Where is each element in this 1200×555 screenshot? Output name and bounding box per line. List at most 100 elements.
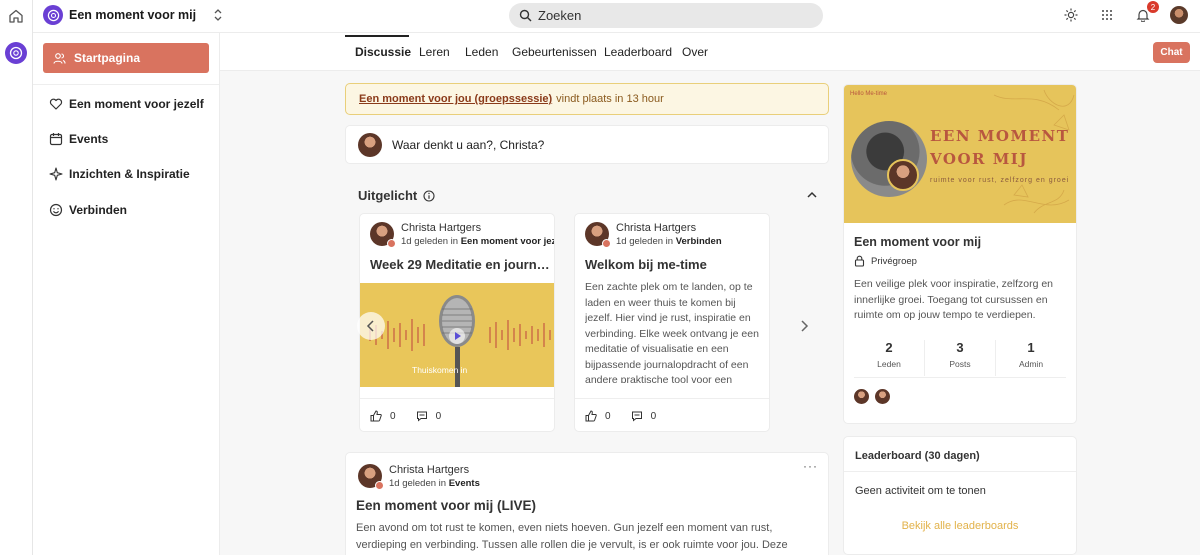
search-input[interactable] — [538, 8, 798, 23]
tab-leren[interactable]: Leren — [419, 45, 450, 59]
group-cover-image: Hello Me-time EEN MOMENT VOOR MIJ ruimte… — [844, 85, 1076, 223]
sidebar-item-events[interactable]: Events — [49, 132, 108, 146]
sidebar: Startpagina Een moment voor jezelf Event… — [33, 33, 220, 555]
leaderboard-title: Leaderboard (30 dagen) — [855, 450, 980, 462]
featured-heading: Uitgelicht — [358, 188, 435, 203]
stat-label: Admin — [1018, 359, 1044, 369]
group-stats: 2 Leden 3 Posts 1 Admin — [854, 340, 1066, 376]
space-link[interactable]: Events — [449, 478, 480, 489]
stat-value: 2 — [885, 340, 893, 355]
sidebar-item-startpagina[interactable]: Startpagina — [43, 43, 209, 73]
tab-leden[interactable]: Leden — [465, 45, 498, 59]
users-icon — [53, 52, 66, 64]
tab-gebeurtenissen[interactable]: Gebeurtenissen — [512, 45, 597, 59]
cover-photo — [851, 121, 927, 197]
featured-card[interactable]: Christa Hartgers 1d geleden in Een momen… — [359, 213, 555, 432]
stat-label: Leden — [877, 359, 901, 369]
stat-admins[interactable]: 1 Admin — [996, 340, 1066, 376]
chevron-up-icon[interactable] — [806, 190, 818, 200]
info-icon[interactable] — [423, 189, 435, 202]
composer-prompt: Waar denkt u aan?, Christa? — [392, 137, 545, 152]
avatar — [585, 222, 611, 248]
group-name: Een moment voor mij — [69, 8, 197, 22]
featured-card[interactable]: Christa Hartgers 1d geleden in Verbinden… — [574, 213, 770, 432]
stat-posts[interactable]: 3 Posts — [925, 340, 996, 376]
comment-count: 0 — [650, 410, 657, 422]
space-link[interactable]: Een moment voor jezelf — [461, 236, 554, 247]
privacy-text: Privégroep — [871, 255, 917, 267]
search-bar[interactable] — [509, 3, 823, 28]
avatar[interactable] — [875, 389, 890, 404]
card-thumbnail[interactable]: Thuiskomen in — [360, 283, 554, 387]
author-name[interactable]: Christa Hartgers — [389, 464, 480, 476]
chat-button[interactable]: Chat — [1153, 42, 1190, 63]
group-info-card: Hello Me-time EEN MOMENT VOOR MIJ ruimte… — [843, 84, 1077, 424]
tab-bar: Discussie Leren Leden Gebeurtenissen Lea… — [220, 33, 1200, 71]
group-title: Een moment voor mij — [854, 235, 982, 249]
cover-brand-logo: Hello Me-time — [850, 91, 888, 97]
cover-heading: EEN MOMENT VOOR MIJ — [930, 125, 1069, 171]
user-avatar[interactable] — [1170, 6, 1188, 24]
card-title[interactable]: Welkom bij me-time — [585, 257, 765, 272]
author-name[interactable]: Christa Hartgers — [401, 222, 554, 234]
post-title[interactable]: Een moment voor mij (LIVE) — [356, 498, 536, 513]
carousel-next-button[interactable] — [792, 314, 816, 338]
tab-over[interactable]: Over — [682, 45, 708, 59]
thumbs-up-icon — [585, 410, 597, 422]
comment-button[interactable]: 0 — [416, 410, 441, 422]
cover-heading-line: EEN MOMENT — [930, 127, 1070, 145]
group-description: Een veilige plek voor inspiratie, zelfzo… — [854, 278, 1054, 321]
avatar[interactable] — [854, 389, 869, 404]
chevron-left-icon — [366, 320, 374, 332]
carousel-prev-button[interactable] — [357, 312, 385, 340]
notifications-bell-icon[interactable]: 2 — [1134, 1, 1159, 24]
card-excerpt: Een zachte plek om te landen, op te lade… — [585, 281, 759, 383]
like-count: 0 — [605, 410, 611, 422]
privacy-label: Privégroep — [854, 255, 917, 267]
group-logo-icon — [43, 5, 63, 25]
apps-grid-icon[interactable] — [1098, 6, 1116, 24]
event-link[interactable]: Een moment voor jou (groepssessie) — [359, 93, 552, 105]
leaderboard-empty-text: Geen activiteit om te tonen — [855, 485, 986, 497]
space-link[interactable]: Verbinden — [676, 236, 722, 247]
group-switcher[interactable]: Een moment voor mij — [43, 5, 224, 25]
theme-toggle-icon[interactable] — [1062, 6, 1080, 24]
divider — [33, 84, 219, 85]
home-icon[interactable] — [8, 8, 24, 24]
card-title[interactable]: Week 29 Meditatie en journal... — [370, 257, 550, 272]
like-button[interactable]: 0 — [370, 410, 396, 422]
post-excerpt: Een avond om tot rust te komen, even nie… — [356, 522, 788, 551]
stat-value: 3 — [956, 340, 964, 355]
post-composer[interactable]: Waar denkt u aan?, Christa? — [345, 125, 829, 164]
sidebar-item-inzichten-inspiratie[interactable]: Inzichten & Inspiratie — [49, 167, 190, 181]
chevron-updown-icon[interactable] — [212, 8, 224, 22]
sidebar-item-label: Inzichten & Inspiratie — [69, 167, 190, 181]
view-all-leaderboards-link[interactable]: Bekijk alle leaderboards — [844, 520, 1076, 532]
stat-value: 1 — [1027, 340, 1035, 355]
avatar — [887, 159, 919, 191]
author-name[interactable]: Christa Hartgers — [616, 222, 722, 234]
calendar-icon — [49, 133, 63, 146]
comment-icon — [416, 411, 427, 422]
more-options-icon[interactable]: ··· — [803, 459, 818, 473]
feed-post[interactable]: Christa Hartgers 1d geleden in Events ··… — [345, 452, 829, 555]
active-tab-indicator — [345, 35, 409, 37]
tab-discussie[interactable]: Discussie — [355, 45, 411, 59]
sidebar-item-label: Een moment voor jezelf — [69, 97, 204, 111]
top-bar: Een moment voor mij 2 — [33, 0, 1200, 33]
stat-members[interactable]: 2 Leden — [854, 340, 925, 376]
community-logo-icon[interactable] — [5, 42, 27, 64]
heart-icon — [49, 98, 63, 110]
sidebar-item-een-moment-voor-jezelf[interactable]: Een moment voor jezelf — [49, 97, 204, 111]
like-button[interactable]: 0 — [585, 410, 611, 422]
post-time: 1d geleden in — [389, 478, 447, 489]
avatar — [370, 222, 396, 248]
tab-leaderboard[interactable]: Leaderboard — [604, 45, 672, 59]
comment-button[interactable]: 0 — [631, 410, 657, 422]
divider — [854, 377, 1066, 378]
post-time: 1d geleden in — [401, 236, 459, 247]
post-time: 1d geleden in — [616, 236, 674, 247]
sidebar-item-verbinden[interactable]: Verbinden — [49, 203, 127, 217]
thumbs-up-icon — [370, 410, 382, 422]
event-banner: Een moment voor jou (groepssessie) vindt… — [345, 83, 829, 115]
